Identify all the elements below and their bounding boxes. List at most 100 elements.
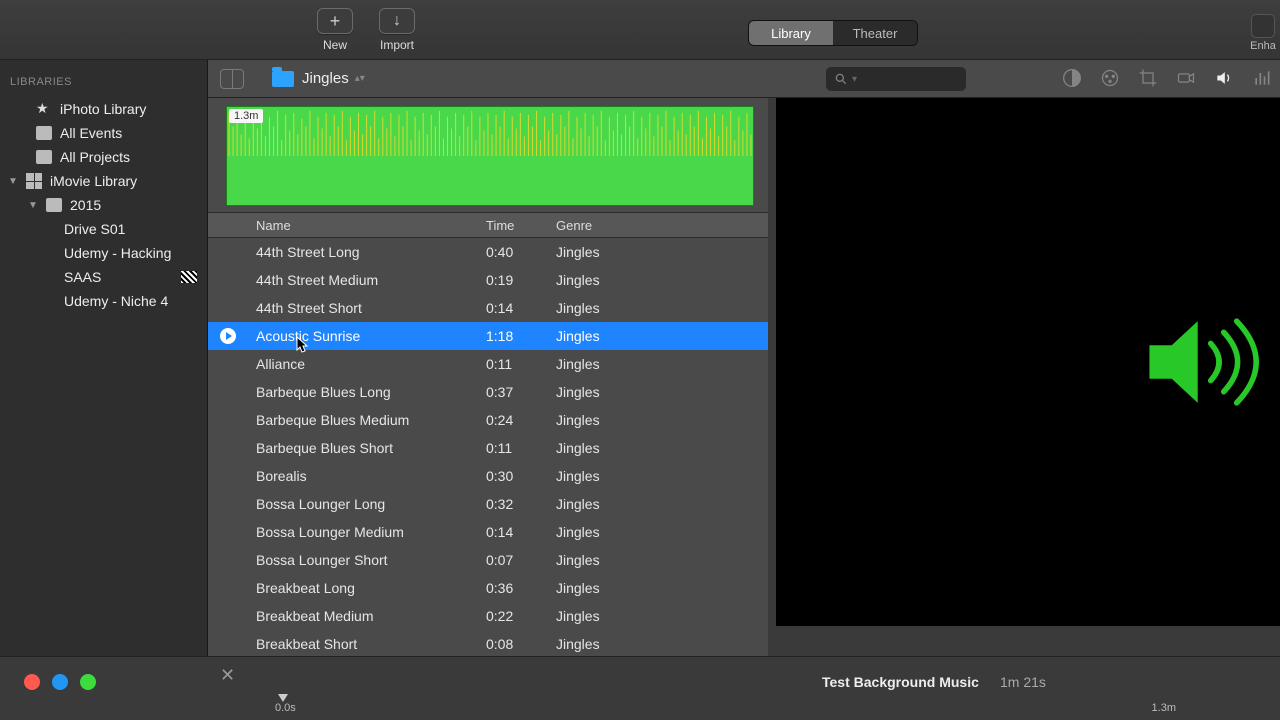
sidebar-item-label: All Projects [60, 149, 130, 165]
new-button-label: New [323, 38, 347, 52]
grid-icon [26, 173, 42, 189]
table-row[interactable]: Breakbeat Medium0:22Jingles [208, 602, 768, 630]
disclosure-triangle-icon[interactable]: ▼ [28, 200, 38, 211]
table-row[interactable]: Bossa Lounger Short0:07Jingles [208, 546, 768, 574]
track-name: Barbeque Blues Medium [248, 412, 486, 428]
track-list[interactable]: 44th Street Long0:40Jingles44th Street M… [208, 238, 768, 656]
table-row[interactable]: Breakbeat Long0:36Jingles [208, 574, 768, 602]
sidebar-item-label: iMovie Library [50, 173, 137, 189]
track-genre: Jingles [556, 440, 676, 456]
track-time: 0:37 [486, 384, 556, 400]
track-genre: Jingles [556, 328, 676, 344]
tab-library[interactable]: Library [749, 21, 833, 45]
waveform-icon [227, 107, 753, 205]
track-genre: Jingles [556, 636, 676, 652]
track-name: Barbeque Blues Short [248, 440, 486, 456]
balance-icon[interactable] [1062, 68, 1082, 88]
enhance-button[interactable]: Enha [1246, 14, 1280, 52]
table-row[interactable]: 44th Street Short0:14Jingles [208, 294, 768, 322]
new-button[interactable]: + New [310, 8, 360, 52]
dot-red[interactable] [24, 674, 40, 690]
table-row[interactable]: 44th Street Medium0:19Jingles [208, 266, 768, 294]
equalizer-icon[interactable] [1252, 68, 1272, 88]
top-toolbar: + New ↓ Import Library Theater Enha [0, 0, 1280, 60]
sidebar-item-iphoto[interactable]: ★ iPhoto Library [0, 96, 207, 121]
playhead-icon[interactable] [278, 694, 288, 702]
track-time: 0:14 [486, 524, 556, 540]
sidebar-item-niche4[interactable]: Udemy - Niche 4 [0, 289, 207, 313]
import-button[interactable]: ↓ Import [372, 8, 422, 52]
media-browser: 1.3m Name Time Genre 44th Street Long0 [208, 98, 768, 656]
sidebar-item-allprojects[interactable]: All Projects [0, 145, 207, 169]
close-button[interactable]: ✕ [220, 665, 235, 686]
sidebar-item-label: Drive S01 [64, 221, 125, 237]
volume-icon[interactable] [1214, 68, 1234, 88]
breadcrumb-title[interactable]: Jingles [302, 70, 349, 87]
sidebar-item-imovie[interactable]: ▼ iMovie Library [0, 169, 207, 193]
plus-icon: + [330, 11, 341, 32]
sidebar-item-hacking[interactable]: Udemy - Hacking [0, 241, 207, 265]
track-name: Bossa Lounger Medium [248, 524, 486, 540]
track-genre: Jingles [556, 244, 676, 260]
track-time: 0:22 [486, 608, 556, 624]
sidebar-item-label: 2015 [70, 197, 101, 213]
track-genre: Jingles [556, 384, 676, 400]
play-icon[interactable] [220, 328, 236, 344]
track-time: 0:07 [486, 552, 556, 568]
camera-icon[interactable] [1176, 68, 1196, 88]
enhance-label: Enha [1250, 40, 1276, 52]
track-time: 0:30 [486, 468, 556, 484]
dot-blue[interactable] [52, 674, 68, 690]
search-input[interactable]: ▾ [826, 67, 966, 91]
color-icon[interactable] [1100, 68, 1120, 88]
table-row[interactable]: Barbeque Blues Short0:11Jingles [208, 434, 768, 462]
tab-theater[interactable]: Theater [833, 21, 917, 45]
speaker-icon [1142, 302, 1272, 422]
table-row[interactable]: Alliance0:11Jingles [208, 350, 768, 378]
chevron-updown-icon[interactable]: ▴▾ [355, 73, 365, 84]
track-time: 0:40 [486, 244, 556, 260]
track-genre: Jingles [556, 552, 676, 568]
table-row[interactable]: Bossa Lounger Long0:32Jingles [208, 490, 768, 518]
square-icon [36, 126, 52, 140]
dot-green[interactable] [80, 674, 96, 690]
disclosure-triangle-icon[interactable]: ▼ [8, 176, 18, 187]
track-time: 0:11 [486, 356, 556, 372]
column-header-time[interactable]: Time [486, 218, 556, 233]
timeline-end: 1.3m [1152, 702, 1176, 714]
track-genre: Jingles [556, 524, 676, 540]
track-genre: Jingles [556, 272, 676, 288]
folder-icon [272, 71, 294, 87]
sidebar-item-drive[interactable]: Drive S01 [0, 217, 207, 241]
table-row[interactable]: 44th Street Long0:40Jingles [208, 238, 768, 266]
sidebar-item-label: All Events [60, 125, 122, 141]
waveform-preview[interactable]: 1.3m [226, 106, 754, 206]
table-row[interactable]: Acoustic Sunrise1:18Jingles [208, 322, 768, 350]
track-genre: Jingles [556, 356, 676, 372]
track-name: Acoustic Sunrise [248, 328, 486, 344]
sidebar-item-allevents[interactable]: All Events [0, 121, 207, 145]
track-time: 1:18 [486, 328, 556, 344]
track-time: 0:08 [486, 636, 556, 652]
track-name: Borealis [248, 468, 486, 484]
timeline-title: Test Background Music [822, 674, 979, 690]
traffic-lights [24, 674, 96, 690]
crop-icon[interactable] [1138, 68, 1158, 88]
track-name: 44th Street Long [248, 244, 486, 260]
track-genre: Jingles [556, 608, 676, 624]
timeline-start: 0.0s [275, 702, 296, 714]
sidebar-item-2015[interactable]: ▼ 2015 [0, 193, 207, 217]
table-row[interactable]: Breakbeat Short0:08Jingles [208, 630, 768, 656]
table-row[interactable]: Barbeque Blues Medium0:24Jingles [208, 406, 768, 434]
sidebar-item-saas[interactable]: SAAS [0, 265, 207, 289]
track-time: 0:11 [486, 440, 556, 456]
column-header-name[interactable]: Name [248, 218, 486, 233]
toggle-sidebar-button[interactable] [220, 69, 244, 89]
table-row[interactable]: Bossa Lounger Medium0:14Jingles [208, 518, 768, 546]
column-header-genre[interactable]: Genre [556, 218, 676, 233]
track-name: Bossa Lounger Long [248, 496, 486, 512]
table-row[interactable]: Borealis0:30Jingles [208, 462, 768, 490]
track-name: 44th Street Short [248, 300, 486, 316]
table-row[interactable]: Barbeque Blues Long0:37Jingles [208, 378, 768, 406]
track-genre: Jingles [556, 496, 676, 512]
